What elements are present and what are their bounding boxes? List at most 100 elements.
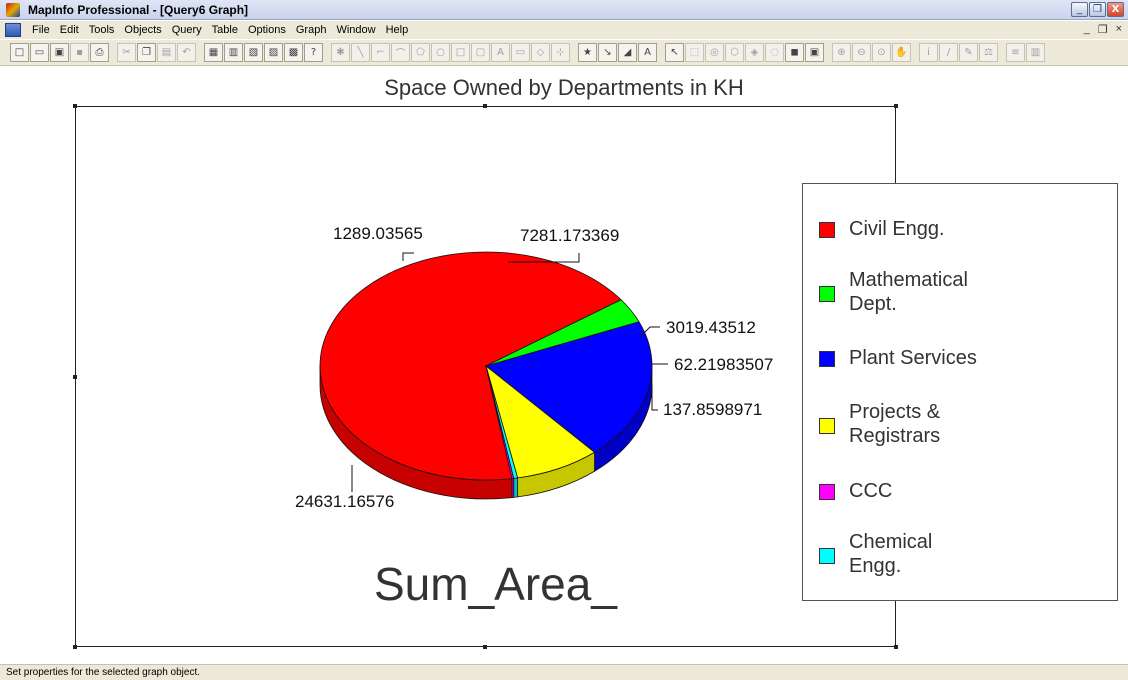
- symbol-style-icon[interactable]: ★: [578, 43, 597, 62]
- select-icon[interactable]: ↖: [665, 43, 684, 62]
- copy-icon[interactable]: ❐: [137, 43, 156, 62]
- menu-help[interactable]: Help: [381, 24, 414, 36]
- close-button[interactable]: X: [1107, 2, 1124, 17]
- cut-icon[interactable]: ✂: [117, 43, 136, 62]
- new-grapher-icon[interactable]: ▧: [244, 43, 263, 62]
- drag-map-icon[interactable]: ✎: [959, 43, 978, 62]
- new-layout-icon[interactable]: ▨: [264, 43, 283, 62]
- polyline-icon[interactable]: ⌐: [371, 43, 390, 62]
- legend-swatch: [819, 286, 835, 302]
- doc-close-button[interactable]: ×: [1116, 23, 1122, 36]
- menu-tools[interactable]: Tools: [84, 24, 120, 36]
- menu-query[interactable]: Query: [167, 24, 207, 36]
- series-axis-label[interactable]: Sum_Area_: [374, 557, 617, 611]
- zoom-out-icon[interactable]: ⊖: [852, 43, 871, 62]
- menu-graph[interactable]: Graph: [291, 24, 332, 36]
- menu-table[interactable]: Table: [207, 24, 243, 36]
- arc-icon[interactable]: ⌒: [391, 43, 410, 62]
- legend-item: Projects & Registrars: [819, 400, 979, 448]
- help-icon[interactable]: ?: [304, 43, 323, 62]
- text-icon[interactable]: A: [491, 43, 510, 62]
- doc-restore-button[interactable]: ❐: [1098, 23, 1108, 36]
- data-label[interactable]: 137.8598971: [663, 400, 762, 419]
- save-icon[interactable]: ▪: [70, 43, 89, 62]
- unselect-all-icon[interactable]: ◌: [765, 43, 784, 62]
- frame-icon[interactable]: ▭: [511, 43, 530, 62]
- restore-button[interactable]: ❐: [1089, 2, 1106, 17]
- new-redistrict-icon[interactable]: ▩: [284, 43, 303, 62]
- add-node-icon[interactable]: ⊹: [551, 43, 570, 62]
- legend-swatch: [819, 222, 835, 238]
- ellipse-icon[interactable]: ○: [431, 43, 450, 62]
- reshape-icon[interactable]: ◇: [531, 43, 550, 62]
- status-bar: Set properties for the selected graph ob…: [0, 664, 1128, 680]
- leader-line: [402, 252, 414, 261]
- legend-label: Projects & Registrars: [849, 401, 941, 447]
- open-workspace-icon[interactable]: ▣: [50, 43, 69, 62]
- window-controls: _ ❐ X: [1071, 2, 1124, 17]
- legend-label: Plant Services: [849, 347, 977, 369]
- polygon-select-icon[interactable]: ⬡: [725, 43, 744, 62]
- legend-label: Chemical Engg.: [849, 531, 933, 577]
- data-label[interactable]: 7281.173369: [520, 226, 619, 245]
- legend[interactable]: Civil Engg. Mathematical Dept. Plant Ser…: [802, 183, 1118, 601]
- layer-control-icon[interactable]: ≡: [1006, 43, 1025, 62]
- legend-item: Chemical Engg.: [819, 530, 969, 578]
- window-title: MapInfo Professional - [Query6 Graph]: [28, 2, 249, 17]
- open-icon[interactable]: ▭: [30, 43, 49, 62]
- menu-file[interactable]: File: [27, 24, 55, 36]
- label-icon[interactable]: /: [939, 43, 958, 62]
- rectangle-icon[interactable]: □: [451, 43, 470, 62]
- legend-item: Mathematical Dept.: [819, 268, 999, 316]
- new-browser-icon[interactable]: ▦: [204, 43, 223, 62]
- boundary-select-icon[interactable]: ◈: [745, 43, 764, 62]
- legend-label: Mathematical Dept.: [849, 269, 968, 315]
- menu-objects[interactable]: Objects: [119, 24, 166, 36]
- graph-window[interactable]: Space Owned by Departments in KH 24631.1…: [0, 67, 1128, 662]
- polygon-icon[interactable]: ⬠: [411, 43, 430, 62]
- legend-swatch: [819, 548, 835, 564]
- ruler-icon[interactable]: ⚖: [979, 43, 998, 62]
- menu-bar: File Edit Tools Objects Query Table Opti…: [0, 21, 1128, 39]
- zoom-in-icon[interactable]: ⊕: [832, 43, 851, 62]
- data-label[interactable]: 62.21983507: [674, 355, 773, 374]
- new-mapper-icon[interactable]: ▥: [224, 43, 243, 62]
- radius-select-icon[interactable]: ◎: [705, 43, 724, 62]
- rounded-rectangle-icon[interactable]: ▢: [471, 43, 490, 62]
- title-bar: MapInfo Professional - [Query6 Graph] _ …: [0, 0, 1128, 20]
- graph-select-icon[interactable]: ◼: [785, 43, 804, 62]
- document-window-controls: _ ❐ ×: [1084, 23, 1122, 36]
- change-view-icon[interactable]: ⊙: [872, 43, 891, 62]
- print-icon[interactable]: ⎙: [90, 43, 109, 62]
- grabber-icon[interactable]: ✋: [892, 43, 911, 62]
- leader-line: [651, 385, 658, 411]
- line-style-icon[interactable]: ↘: [598, 43, 617, 62]
- minimize-button[interactable]: _: [1071, 2, 1088, 17]
- symbol-icon[interactable]: ✱: [331, 43, 350, 62]
- line-icon[interactable]: ╲: [351, 43, 370, 62]
- menu-options[interactable]: Options: [243, 24, 291, 36]
- legend-item: CCC: [819, 479, 1039, 503]
- legend-label: Civil Engg.: [849, 218, 945, 240]
- document-window-icon[interactable]: [5, 23, 21, 37]
- marquee-select-icon[interactable]: ⬚: [685, 43, 704, 62]
- mapinfo-logo-icon[interactable]: [6, 2, 20, 17]
- pie-slice-side[interactable]: [511, 477, 515, 499]
- toolbar: □ ▭ ▣ ▪ ⎙ ✂ ❐ ▤ ↶ ▦ ▥ ▧ ▨ ▩ ? ✱ ╲ ⌐ ⌒ ⬠ …: [0, 40, 1128, 66]
- legend-swatch: [819, 484, 835, 500]
- region-style-icon[interactable]: ◢: [618, 43, 637, 62]
- data-label[interactable]: 24631.16576: [295, 492, 394, 511]
- doc-minimize-button[interactable]: _: [1084, 23, 1090, 36]
- text-style-icon[interactable]: A: [638, 43, 657, 62]
- menu-edit[interactable]: Edit: [55, 24, 84, 36]
- menu-window[interactable]: Window: [331, 24, 380, 36]
- new-icon[interactable]: □: [10, 43, 29, 62]
- undo-icon[interactable]: ↶: [177, 43, 196, 62]
- info-icon[interactable]: i: [919, 43, 938, 62]
- data-label[interactable]: 1289.03565: [333, 224, 423, 243]
- paste-icon[interactable]: ▤: [157, 43, 176, 62]
- legend-icon[interactable]: ▣: [805, 43, 824, 62]
- data-label[interactable]: 3019.43512: [666, 318, 756, 337]
- pie-slice-side[interactable]: [513, 477, 519, 498]
- show-legend-icon[interactable]: ▥: [1026, 43, 1045, 62]
